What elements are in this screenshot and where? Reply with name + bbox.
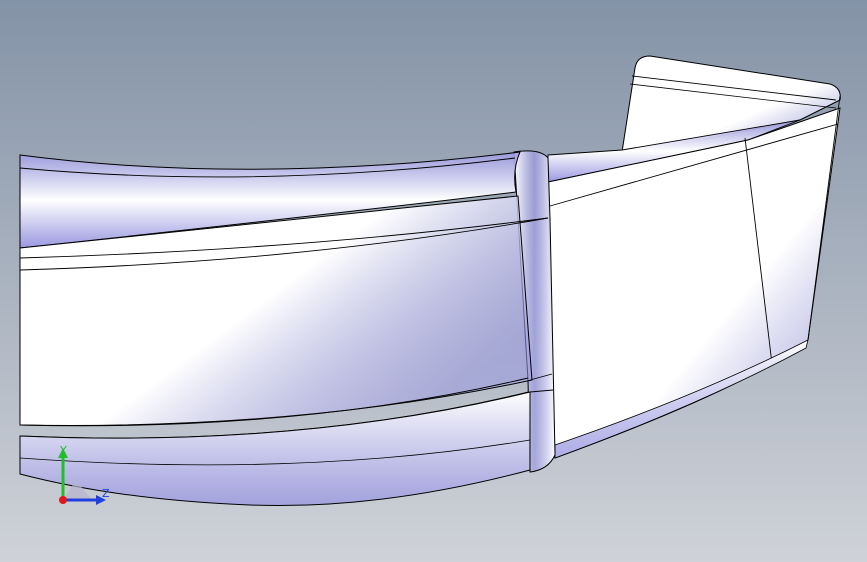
triad-x-axis-dot <box>59 496 67 504</box>
cad-model-scene[interactable]: Y Z <box>0 0 867 562</box>
cad-3d-viewport[interactable]: Y Z <box>0 0 867 562</box>
triad-y-label: Y <box>59 444 67 457</box>
model-left-segment[interactable] <box>19 151 549 507</box>
triad-z-label: Z <box>102 487 110 500</box>
